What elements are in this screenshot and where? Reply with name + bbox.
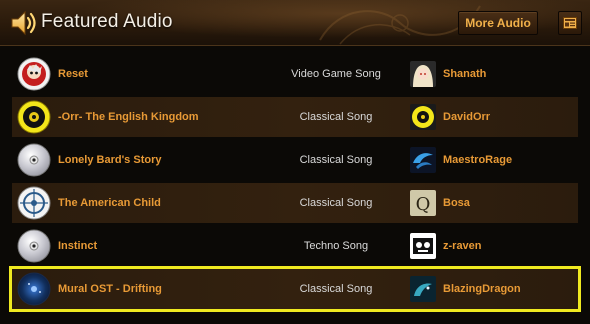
user-avatar[interactable] bbox=[410, 104, 436, 130]
user-avatar[interactable]: Q bbox=[410, 190, 436, 216]
list-item: The American Child Classical Song Q Bosa bbox=[12, 183, 578, 223]
song-thumbnail-reset[interactable] bbox=[17, 57, 51, 91]
list-item: Lonely Bard's Story Classical Song Maest… bbox=[12, 140, 578, 180]
svg-text:Q: Q bbox=[416, 194, 431, 215]
genre-label: Techno Song bbox=[303, 240, 369, 252]
genre-label: Classical Song bbox=[299, 197, 373, 209]
song-thumbnail-instinct[interactable] bbox=[17, 229, 51, 263]
list-item: Instinct Techno Song z-raven bbox=[12, 226, 578, 266]
more-audio-button[interactable]: More Audio bbox=[458, 11, 538, 35]
genre-label: Classical Song bbox=[299, 111, 373, 123]
speaker-icon bbox=[11, 10, 36, 36]
list-item: -Orr- The English Kingdom Classical Song… bbox=[12, 97, 578, 137]
song-link[interactable]: Reset bbox=[58, 54, 88, 94]
user-avatar[interactable] bbox=[410, 276, 436, 302]
genre-label: Classical Song bbox=[299, 154, 373, 166]
song-link[interactable]: Lonely Bard's Story bbox=[58, 140, 161, 180]
user-avatar[interactable] bbox=[410, 61, 436, 87]
genre-label: Classical Song bbox=[299, 283, 373, 295]
song-thumbnail-mural-drifting[interactable] bbox=[17, 272, 51, 306]
genre-label: Video Game Song bbox=[291, 68, 381, 80]
user-link[interactable]: BlazingDragon bbox=[443, 269, 521, 309]
feed-icon bbox=[563, 17, 577, 29]
page-title: Featured Audio bbox=[41, 11, 173, 32]
user-link[interactable]: MaestroRage bbox=[443, 140, 512, 180]
song-link[interactable]: The American Child bbox=[58, 183, 161, 223]
user-link[interactable]: Bosa bbox=[443, 183, 470, 223]
song-link[interactable]: -Orr- The English Kingdom bbox=[58, 97, 199, 137]
user-avatar[interactable] bbox=[410, 233, 436, 259]
song-thumbnail-lonely-bard[interactable] bbox=[17, 143, 51, 177]
panel-header: Featured Audio More Audio bbox=[0, 0, 590, 46]
list-item-highlighted: Mural OST - Drifting Classical Song Blaz… bbox=[9, 266, 581, 312]
song-thumbnail-american-child[interactable] bbox=[17, 186, 51, 220]
user-link[interactable]: z-raven bbox=[443, 226, 482, 266]
feed-button[interactable] bbox=[558, 11, 582, 35]
user-avatar[interactable] bbox=[410, 147, 436, 173]
song-link[interactable]: Mural OST - Drifting bbox=[58, 269, 162, 309]
song-link[interactable]: Instinct bbox=[58, 226, 97, 266]
song-thumbnail-english-kingdom[interactable] bbox=[17, 100, 51, 134]
featured-audio-panel: Featured Audio More Audio Reset Video Ga… bbox=[0, 0, 590, 324]
user-link[interactable]: Shanath bbox=[443, 54, 486, 94]
user-link[interactable]: DavidOrr bbox=[443, 97, 490, 137]
list-item: Reset Video Game Song Shanath bbox=[12, 54, 578, 94]
